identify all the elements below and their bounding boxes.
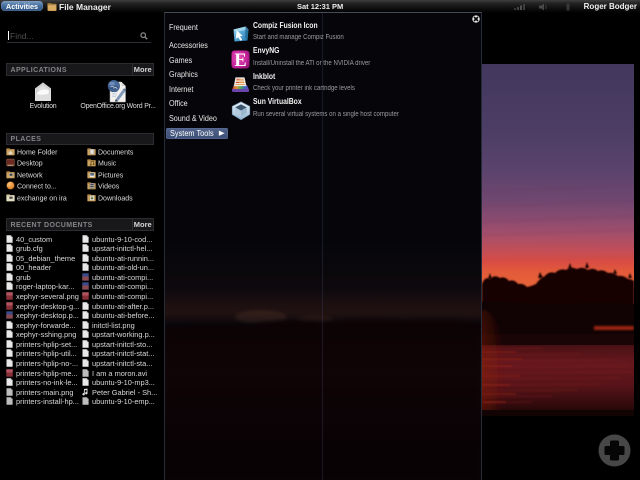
svg-text:E: E: [234, 51, 246, 69]
